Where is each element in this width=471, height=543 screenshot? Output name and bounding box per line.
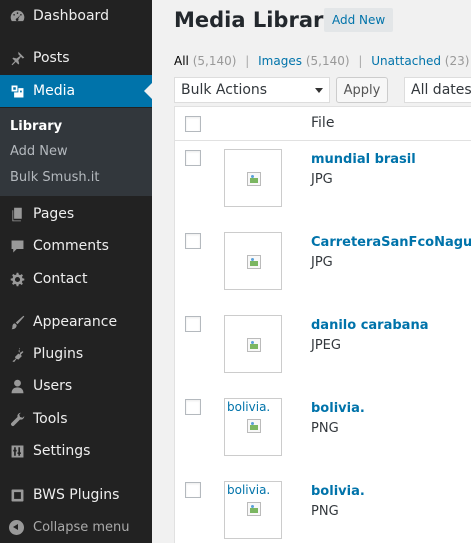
brush-icon: [0, 314, 33, 331]
collapse-menu-button[interactable]: Collapse menu: [0, 513, 152, 541]
filter-images[interactable]: Images: [258, 54, 302, 68]
file-name-link[interactable]: mundial brasil: [311, 152, 416, 167]
dashboard-icon: [0, 8, 33, 25]
sliders-icon: [0, 443, 33, 460]
media-thumbnail[interactable]: [224, 149, 282, 207]
date-filter-value: All dates: [411, 82, 471, 98]
pages-icon: [0, 206, 33, 223]
collapse-icon: [0, 519, 33, 535]
media-thumbnail[interactable]: bolivia.: [224, 481, 282, 539]
submenu-item-bulk-smush[interactable]: Bulk Smush.it: [10, 170, 99, 185]
bulk-actions-value: Bulk Actions: [181, 82, 268, 98]
sidebar-item-pages[interactable]: Pages: [0, 198, 152, 230]
sidebar-item-users[interactable]: Users: [0, 370, 152, 402]
table-row: bolivia. bolivia. PNG: [175, 474, 471, 543]
add-new-button[interactable]: Add New: [324, 8, 394, 32]
sidebar-item-settings[interactable]: Settings: [0, 435, 152, 467]
media-thumbnail[interactable]: [224, 315, 282, 373]
table-row: mundial brasil JPG: [175, 142, 471, 225]
filter-separator: |: [245, 54, 250, 68]
filter-images-count: (5,140): [305, 54, 350, 68]
sidebar-item-label: Media: [33, 83, 76, 99]
submenu-item-add-new[interactable]: Add New: [10, 144, 68, 159]
filter-unattached[interactable]: Unattached: [371, 54, 441, 68]
image-alt-text: bolivia.: [227, 400, 271, 414]
file-type: PNG: [311, 504, 339, 519]
broken-image-icon: [247, 172, 261, 186]
file-name-link[interactable]: bolivia.: [311, 484, 365, 499]
file-type: PNG: [311, 421, 339, 436]
filter-all[interactable]: All: [174, 54, 189, 68]
file-name-link[interactable]: danilo carabana: [311, 318, 428, 333]
sidebar-item-tools[interactable]: Tools: [0, 403, 152, 435]
media-thumbnail[interactable]: [224, 232, 282, 290]
sidebar-item-plugins[interactable]: Plugins: [0, 338, 152, 370]
sidebar-item-label: Appearance: [33, 314, 118, 330]
media-thumbnail[interactable]: bolivia.: [224, 398, 282, 456]
sidebar-item-label: Pages: [33, 206, 75, 222]
table-header: File: [175, 107, 471, 141]
sidebar-item-media[interactable]: Media: [0, 75, 152, 107]
apply-button[interactable]: Apply: [336, 77, 388, 103]
sidebar-item-dashboard[interactable]: Dashboard: [0, 0, 152, 32]
file-type: JPEG: [311, 338, 341, 353]
chevron-down-icon: [315, 88, 323, 93]
pin-icon: [0, 50, 33, 67]
submenu-item-library[interactable]: Library: [10, 119, 62, 134]
column-header-file[interactable]: File: [311, 115, 334, 131]
sidebar-item-comments[interactable]: Comments: [0, 230, 152, 262]
row-checkbox[interactable]: [185, 482, 201, 498]
collapse-menu-label: Collapse menu: [33, 519, 130, 535]
sidebar-item-label: Tools: [33, 411, 68, 427]
page-title: Media Library: [174, 8, 338, 32]
broken-image-icon: [247, 502, 261, 516]
table-row: CarreteraSanFcoNagua JPG: [175, 225, 471, 308]
sidebar-item-label: Settings: [33, 443, 91, 459]
bws-icon: [0, 487, 33, 504]
row-checkbox[interactable]: [185, 399, 201, 415]
user-icon: [0, 378, 33, 395]
sidebar-item-posts[interactable]: Posts: [0, 42, 152, 74]
broken-image-icon: [247, 255, 261, 269]
table-row: danilo carabana JPEG: [175, 308, 471, 391]
bulk-actions-select[interactable]: Bulk Actions: [174, 77, 330, 103]
file-type: JPG: [311, 255, 333, 270]
filter-unattached-count: (23): [444, 54, 470, 68]
table-row: bolivia. bolivia. PNG: [175, 391, 471, 474]
filter-all-count: (5,140): [192, 54, 237, 68]
media-icon: [0, 83, 33, 100]
filter-separator: |: [358, 54, 363, 68]
select-all-checkbox[interactable]: [185, 116, 201, 132]
sidebar-item-label: Posts: [33, 50, 70, 66]
broken-image-icon: [247, 419, 261, 433]
sidebar-item-label: Comments: [33, 238, 109, 254]
sidebar-item-label: Contact: [33, 271, 88, 287]
row-checkbox[interactable]: [185, 316, 201, 332]
media-table: File mundial brasil JPG CarreteraSanFcoN…: [174, 106, 471, 543]
sidebar-item-appearance[interactable]: Appearance: [0, 306, 152, 338]
sidebar-item-label: Dashboard: [33, 8, 109, 24]
sidebar-item-contact[interactable]: Contact: [0, 263, 152, 295]
gear-icon: [0, 271, 33, 288]
wrench-icon: [0, 411, 33, 428]
broken-image-icon: [247, 338, 261, 352]
sidebar-item-label: Plugins: [33, 346, 84, 362]
admin-sidebar: Dashboard Posts Media Library Add New Bu…: [0, 0, 152, 543]
row-checkbox[interactable]: [185, 150, 201, 166]
row-checkbox[interactable]: [185, 233, 201, 249]
sidebar-item-label: Users: [33, 378, 73, 394]
file-name-link[interactable]: CarreteraSanFcoNagua: [311, 235, 471, 250]
sidebar-item-bws-plugins[interactable]: BWS Plugins: [0, 479, 152, 511]
file-name-link[interactable]: bolivia.: [311, 401, 365, 416]
sidebar-item-label: BWS Plugins: [33, 487, 120, 503]
media-submenu: Library Add New Bulk Smush.it: [0, 108, 152, 196]
plug-icon: [0, 346, 33, 363]
media-filter-links: All (5,140) | Images (5,140) | Unattache…: [174, 54, 469, 68]
image-alt-text: bolivia.: [227, 483, 271, 497]
date-filter-select[interactable]: All dates: [404, 77, 471, 103]
comments-icon: [0, 238, 33, 255]
file-type: JPG: [311, 172, 333, 187]
